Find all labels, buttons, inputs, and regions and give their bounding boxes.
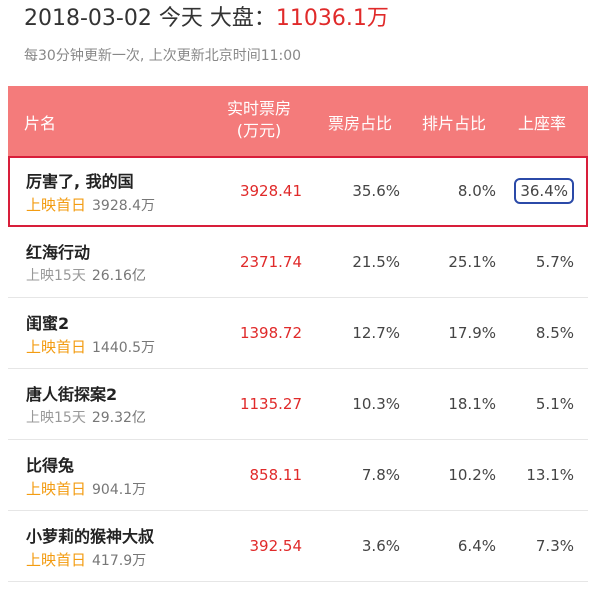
cumulative-box-office: 26.16亿 xyxy=(91,268,146,284)
release-info: 上映首日 3928.4万 xyxy=(26,194,155,215)
realtime-box-office: 858.11 xyxy=(249,466,303,484)
total-label: 大盘： xyxy=(209,6,276,31)
movie-name: 闺蜜2 xyxy=(26,314,70,333)
seat-rate: 7.3% xyxy=(535,537,574,555)
movie-row[interactable]: 红海行动 上映15天 26.16亿 2371.74 21.5% 25.1% 5.7… xyxy=(8,227,588,298)
release-days: 上映15天 xyxy=(26,268,86,284)
table-header: 片名 实时票房 (万元) 票房占比 排片占比 上座率 xyxy=(8,86,588,156)
header-realtime-box-office: 实时票房 (万元) xyxy=(226,98,292,142)
box-share: 10.3% xyxy=(352,395,400,413)
release-info: 上映首日 1440.5万 xyxy=(26,336,155,357)
schedule-share: 8.0% xyxy=(457,182,496,200)
box-share: 35.6% xyxy=(352,182,400,200)
today-label: 今天 xyxy=(158,6,203,31)
cumulative-box-office: 904.1万 xyxy=(92,482,147,498)
total-box-office: 11036.1万 xyxy=(275,6,389,31)
seat-rate: 36.4% xyxy=(514,178,574,204)
movie-row[interactable]: 唐人街探案2 上映15天 29.32亿 1135.27 10.3% 18.1% 5… xyxy=(8,369,588,440)
schedule-share: 18.1% xyxy=(448,395,496,413)
release-days: 上映首日 xyxy=(26,338,87,356)
seat-rate: 5.7% xyxy=(535,253,574,271)
cumulative-box-office: 29.32亿 xyxy=(91,410,146,426)
realtime-box-office: 2371.74 xyxy=(239,253,302,271)
movie-name: 比得兔 xyxy=(26,456,75,475)
movie-row[interactable]: 比得兔 上映首日 904.1万 858.11 7.8% 10.2% 13.1% xyxy=(8,440,588,511)
movie-row[interactable]: 闺蜜2 上映首日 1440.5万 1398.72 12.7% 17.9% 8.5% xyxy=(8,298,588,369)
schedule-share: 17.9% xyxy=(448,324,496,342)
schedule-share: 6.4% xyxy=(457,537,496,555)
cumulative-box-office: 417.9万 xyxy=(92,553,147,569)
page-header: 2018-03-02 今天 大盘：11036.1万 每30分钟更新一次, 上次更… xyxy=(0,0,596,78)
schedule-share: 25.1% xyxy=(448,253,496,271)
release-days: 上映首日 xyxy=(26,480,87,498)
box-share: 3.6% xyxy=(361,537,400,555)
realtime-box-office: 1135.27 xyxy=(239,395,302,413)
box-share: 21.5% xyxy=(352,253,400,271)
movie-name: 唐人街探案2 xyxy=(26,385,118,404)
header-realtime-line2: (万元) xyxy=(236,121,282,140)
movie-row[interactable]: 厉害了, 我的国 上映首日 3928.4万 3928.41 35.6% 8.0% … xyxy=(8,156,588,227)
cumulative-box-office: 1440.5万 xyxy=(92,340,156,356)
realtime-box-office: 3928.41 xyxy=(239,182,302,200)
movie-name: 小萝莉的猴神大叔 xyxy=(26,527,155,546)
release-days: 上映15天 xyxy=(26,410,86,426)
movie-name: 厉害了, 我的国 xyxy=(26,172,134,191)
realtime-box-office: 392.54 xyxy=(249,537,303,555)
header-box-share: 票房占比 xyxy=(328,114,393,133)
header-realtime-line1: 实时票房 xyxy=(226,99,291,118)
release-info: 上映首日 417.9万 xyxy=(26,549,146,570)
schedule-share: 10.2% xyxy=(448,466,496,484)
header-seat-rate: 上座率 xyxy=(518,114,567,133)
seat-rate: 13.1% xyxy=(526,466,574,484)
seat-rate: 8.5% xyxy=(535,324,574,342)
release-info: 上映15天 26.16亿 xyxy=(26,265,146,285)
page-title: 2018-03-02 今天 大盘：11036.1万 xyxy=(24,4,389,34)
movie-list: 厉害了, 我的国 上映首日 3928.4万 3928.41 35.6% 8.0% … xyxy=(8,156,588,582)
release-info: 上映首日 904.1万 xyxy=(26,478,146,499)
release-days: 上映首日 xyxy=(26,196,87,214)
movie-row[interactable]: 小萝莉的猴神大叔 上映首日 417.9万 392.54 3.6% 6.4% 7.3… xyxy=(8,511,588,582)
box-share: 7.8% xyxy=(361,466,400,484)
release-days: 上映首日 xyxy=(26,551,87,569)
release-info: 上映15天 29.32亿 xyxy=(26,407,146,427)
date-label: 2018-03-02 xyxy=(24,6,152,31)
realtime-box-office: 1398.72 xyxy=(239,324,302,342)
box-share: 12.7% xyxy=(352,324,400,342)
cumulative-box-office: 3928.4万 xyxy=(92,198,156,214)
header-movie-name: 片名 xyxy=(24,114,57,133)
seat-rate: 5.1% xyxy=(535,395,574,413)
seat-rate-highlight: 36.4% xyxy=(514,178,574,204)
header-schedule-share: 排片占比 xyxy=(422,114,487,133)
movie-name: 红海行动 xyxy=(26,243,91,262)
update-note: 每30分钟更新一次, 上次更新北京时间11:00 xyxy=(24,48,302,64)
